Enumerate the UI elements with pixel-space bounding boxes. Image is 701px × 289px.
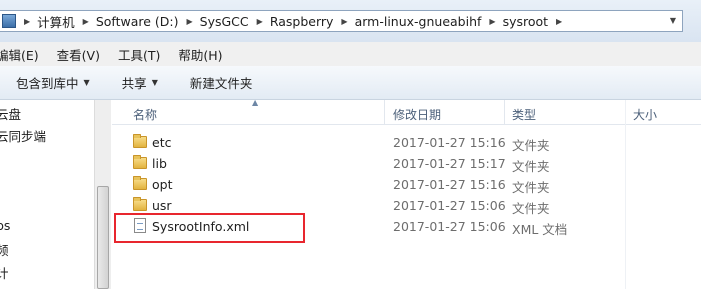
- command-bar: 包含到库中 ▼ 共享 ▼ 新建文件夹: [0, 66, 701, 100]
- file-type: 文件夹: [512, 201, 550, 216]
- breadcrumb-arm-linux[interactable]: ▶ arm-linux-gnueabihf: [333, 14, 481, 29]
- chevron-right-icon[interactable]: ▶: [257, 17, 263, 26]
- column-modified[interactable]: 修改日期: [393, 106, 441, 123]
- file-modified: 2017-01-27 15:17: [393, 156, 506, 171]
- file-type: 文件夹: [512, 138, 550, 153]
- share-button[interactable]: 共享 ▼: [122, 73, 158, 92]
- address-bar: ▶ 计算机 ▶ Software (D:) ▶ SysGCC ▶ Raspber…: [0, 0, 701, 42]
- file-modified: 2017-01-27 15:16: [393, 135, 506, 150]
- file-name[interactable]: opt: [152, 177, 172, 192]
- chevron-right-icon[interactable]: ▶: [341, 17, 347, 26]
- chevron-down-icon[interactable]: ▼: [84, 78, 90, 87]
- file-type: 文件夹: [512, 180, 550, 195]
- chevron-down-icon[interactable]: ▼: [670, 11, 676, 31]
- breadcrumb-raspberry[interactable]: ▶ Raspberry: [249, 14, 334, 29]
- file-name[interactable]: lib: [152, 156, 167, 171]
- nav-item-computer[interactable]: 计: [0, 263, 9, 282]
- breadcrumb-software-drive[interactable]: ▶ Software (D:): [75, 14, 179, 29]
- file-type: XML 文档: [512, 222, 568, 237]
- chevron-right-icon[interactable]: ▶: [83, 17, 89, 26]
- new-folder-button[interactable]: 新建文件夹: [190, 73, 253, 92]
- folder-icon: [133, 176, 147, 190]
- column-name[interactable]: 名称: [133, 106, 157, 123]
- file-modified: 2017-01-27 15:06: [393, 219, 506, 234]
- nav-item-ps[interactable]: ps: [0, 218, 10, 233]
- chevron-right-icon[interactable]: ▶: [489, 17, 495, 26]
- chevron-right-icon[interactable]: ▶: [556, 17, 562, 26]
- menu-tools[interactable]: 工具(T): [118, 45, 160, 64]
- column-divider-line: [625, 100, 626, 289]
- column-size[interactable]: 大小: [633, 106, 657, 123]
- menu-help[interactable]: 帮助(H): [178, 45, 222, 64]
- breadcrumb-sysgcc[interactable]: ▶ SysGCC: [179, 14, 249, 29]
- nav-item-video[interactable]: 频: [0, 240, 9, 259]
- folder-icon: [133, 155, 147, 169]
- computer-icon: [2, 14, 16, 28]
- address-box[interactable]: ▶ 计算机 ▶ Software (D:) ▶ SysGCC ▶ Raspber…: [0, 10, 683, 32]
- file-row-lib[interactable]: lib 2017-01-27 15:17 文件夹: [112, 153, 701, 174]
- navigation-pane: 云盘 云同步端 ps 频 计: [0, 100, 94, 289]
- folder-icon: [133, 197, 147, 211]
- chevron-right-icon[interactable]: ▶: [24, 17, 30, 26]
- menu-edit[interactable]: 编辑(E): [0, 45, 39, 64]
- nav-item-cloud-disk[interactable]: 云盘: [0, 104, 21, 123]
- file-modified: 2017-01-27 15:06: [393, 198, 506, 213]
- file-row-etc[interactable]: etc 2017-01-27 15:16 文件夹: [112, 132, 701, 153]
- file-modified: 2017-01-27 15:16: [393, 177, 506, 192]
- file-name[interactable]: usr: [152, 198, 172, 213]
- highlight-box: [114, 213, 305, 243]
- nav-item-cloud-sync[interactable]: 云同步端: [0, 126, 46, 145]
- column-divider[interactable]: [384, 100, 385, 124]
- sort-ascending-icon: ▲: [252, 98, 259, 107]
- file-row-opt[interactable]: opt 2017-01-27 15:16 文件夹: [112, 174, 701, 195]
- file-type: 文件夹: [512, 159, 550, 174]
- folder-icon: [133, 134, 147, 148]
- breadcrumb-computer[interactable]: ▶ 计算机: [16, 12, 75, 31]
- column-header: ▲ 名称 修改日期 类型 大小: [112, 98, 701, 125]
- file-list: ▲ 名称 修改日期 类型 大小 etc 2017-01-27 15:16 文件夹…: [112, 98, 701, 289]
- column-divider[interactable]: [504, 100, 505, 124]
- chevron-right-icon[interactable]: ▶: [187, 17, 193, 26]
- file-name[interactable]: etc: [152, 135, 171, 150]
- include-in-library-button[interactable]: 包含到库中 ▼: [16, 73, 90, 92]
- menu-view[interactable]: 查看(V): [57, 45, 100, 64]
- column-type[interactable]: 类型: [512, 106, 536, 123]
- menu-bar: 编辑(E) 查看(V) 工具(T) 帮助(H): [0, 42, 701, 66]
- scrollbar-thumb[interactable]: [97, 186, 109, 289]
- breadcrumb-sysroot[interactable]: ▶ sysroot ▶: [481, 14, 569, 29]
- navigation-scrollbar[interactable]: [94, 100, 111, 289]
- chevron-down-icon[interactable]: ▼: [152, 78, 158, 87]
